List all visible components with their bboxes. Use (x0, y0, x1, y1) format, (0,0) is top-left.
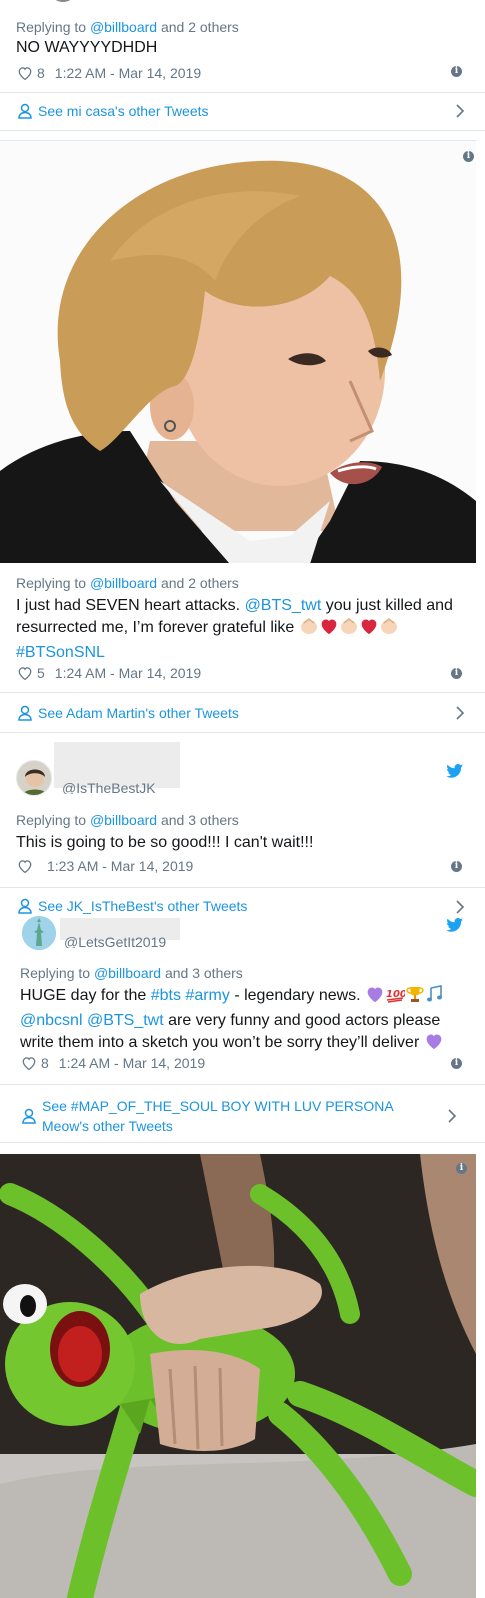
person-photo-illustration (0, 141, 476, 563)
see-more-tweets-link[interactable]: See Adam Martin's other Tweets (0, 702, 485, 724)
reply-prefix: Replying to (16, 812, 90, 828)
tweet-text: HUGE day for the #bts #army - legendary … (20, 985, 470, 1057)
hashtag-link[interactable]: #army (185, 987, 229, 1004)
reply-suffix: and 2 others (157, 575, 239, 591)
see-more-tweets-link[interactable]: See JK_IsTheBest's other Tweets (0, 895, 485, 917)
divider (0, 1142, 485, 1143)
info-icon[interactable]: i (451, 668, 462, 679)
user-handle[interactable]: @LetsGetIt2019 (64, 936, 166, 948)
clap-emoji-icon (299, 617, 319, 642)
see-more-tweets-link[interactable]: See #MAP_OF_THE_SOUL BOY WITH LUV PERSON… (0, 1096, 485, 1136)
reply-mention-link[interactable]: @billboard (90, 19, 157, 35)
purple-heart-emoji-icon (365, 985, 385, 1010)
clap-emoji-icon (379, 617, 399, 642)
reply-context: Replying to @billboard and 3 others (20, 965, 243, 981)
reply-prefix: Replying to (20, 965, 94, 981)
reply-context: Replying to @billboard and 2 others (16, 575, 239, 591)
see-more-label[interactable]: See Adam Martin's other Tweets (38, 705, 239, 721)
reply-prefix: Replying to (16, 19, 90, 35)
reply-suffix: and 3 others (161, 965, 243, 981)
person-icon (22, 1108, 36, 1124)
chevron-right-icon[interactable] (455, 899, 465, 915)
divider (0, 1084, 485, 1085)
tweet-text-part: I just had SEVEN heart attacks. (16, 597, 245, 614)
tweet-text: I just had SEVEN heart attacks. @BTS_twt… (16, 595, 466, 664)
purple-heart-emoji-icon (424, 1032, 444, 1057)
person-icon (18, 898, 32, 914)
twitter-bird-icon[interactable] (446, 918, 464, 933)
info-icon[interactable]: i (456, 1163, 467, 1174)
divider (0, 692, 485, 693)
see-more-tweets-link[interactable]: See mi casa's other Tweets (0, 100, 485, 122)
like-count: 8 (37, 65, 45, 81)
heart-icon[interactable] (21, 1056, 37, 1070)
reply-suffix: and 3 others (157, 812, 239, 828)
like-count: 8 (41, 1055, 49, 1071)
mention-link[interactable]: @BTS_twt (87, 1012, 164, 1029)
tweet-media-photo[interactable] (0, 1154, 476, 1598)
reply-context: Replying to @billboard and 2 others (16, 19, 239, 35)
hundred-points-emoji-icon: 100 (385, 985, 407, 1010)
divider (0, 130, 485, 131)
twitter-bird-icon[interactable] (446, 764, 464, 779)
kermit-photo-illustration (0, 1154, 476, 1598)
tweet-text-part: HUGE day for the (20, 987, 151, 1004)
tweet-text: NO WAYYYYDHDH (16, 39, 158, 56)
trophy-emoji-icon (405, 985, 425, 1010)
info-icon[interactable]: i (463, 151, 474, 162)
chevron-right-icon[interactable] (455, 705, 465, 721)
tweet-media-photo[interactable] (0, 140, 476, 563)
tweet-meta: 8 1:22 AM - Mar 14, 2019 (17, 65, 201, 81)
tweet-timestamp[interactable]: 1:24 AM - Mar 14, 2019 (55, 665, 201, 681)
clap-emoji-icon (339, 617, 359, 642)
tweet-text-part: are very funny and good actors please wr… (20, 1012, 441, 1051)
tweet-text: This is going to be so good!!! I can't w… (16, 834, 314, 851)
tweet-meta: 1:23 AM - Mar 14, 2019 (17, 858, 193, 874)
tweet-timestamp[interactable]: 1:24 AM - Mar 14, 2019 (59, 1055, 205, 1071)
user-handle[interactable]: @IsTheBestJK (62, 782, 156, 794)
person-icon (18, 103, 32, 119)
tweet-meta: 5 1:24 AM - Mar 14, 2019 (17, 665, 201, 681)
see-more-label[interactable]: See JK_IsTheBest's other Tweets (38, 898, 247, 914)
divider (0, 887, 485, 888)
music-notes-emoji-icon (425, 985, 445, 1010)
hashtag-link[interactable]: #bts (151, 987, 181, 1004)
person-icon (18, 705, 32, 721)
hashtag-link[interactable]: #BTSonSNL (16, 644, 105, 661)
reply-context: Replying to @billboard and 3 others (16, 812, 239, 828)
reply-prefix: Replying to (16, 575, 90, 591)
avatar[interactable] (22, 916, 56, 950)
heart-icon[interactable] (17, 666, 33, 680)
like-count: 5 (37, 665, 45, 681)
divider (0, 92, 485, 93)
see-more-label[interactable]: See #MAP_OF_THE_SOUL BOY WITH LUV PERSON… (42, 1096, 442, 1136)
reply-suffix: and 2 others (157, 19, 239, 35)
heart-icon[interactable] (17, 66, 33, 80)
tweet-text-part: - legendary news. (229, 987, 366, 1004)
tweet-meta: 8 1:24 AM - Mar 14, 2019 (21, 1055, 205, 1071)
avatar[interactable] (16, 760, 52, 796)
divider (0, 732, 485, 733)
red-heart-emoji-icon (319, 617, 339, 642)
info-icon[interactable]: i (451, 861, 462, 872)
tweet-timestamp[interactable]: 1:23 AM - Mar 14, 2019 (47, 858, 193, 874)
chevron-right-icon[interactable] (447, 1108, 457, 1124)
reply-mention-link[interactable]: @billboard (90, 575, 157, 591)
info-icon[interactable]: i (451, 1058, 462, 1069)
reply-mention-link[interactable]: @billboard (94, 965, 161, 981)
chevron-right-icon[interactable] (455, 103, 465, 119)
red-heart-emoji-icon (359, 617, 379, 642)
tweet-timestamp[interactable]: 1:22 AM - Mar 14, 2019 (55, 65, 201, 81)
info-icon[interactable]: i (451, 66, 462, 77)
mention-link[interactable]: @BTS_twt (245, 597, 322, 614)
avatar[interactable] (52, 0, 74, 2)
heart-icon[interactable] (17, 859, 33, 873)
reply-mention-link[interactable]: @billboard (90, 812, 157, 828)
see-more-label[interactable]: See mi casa's other Tweets (38, 103, 209, 119)
mention-link[interactable]: @nbcsnl (20, 1012, 83, 1029)
